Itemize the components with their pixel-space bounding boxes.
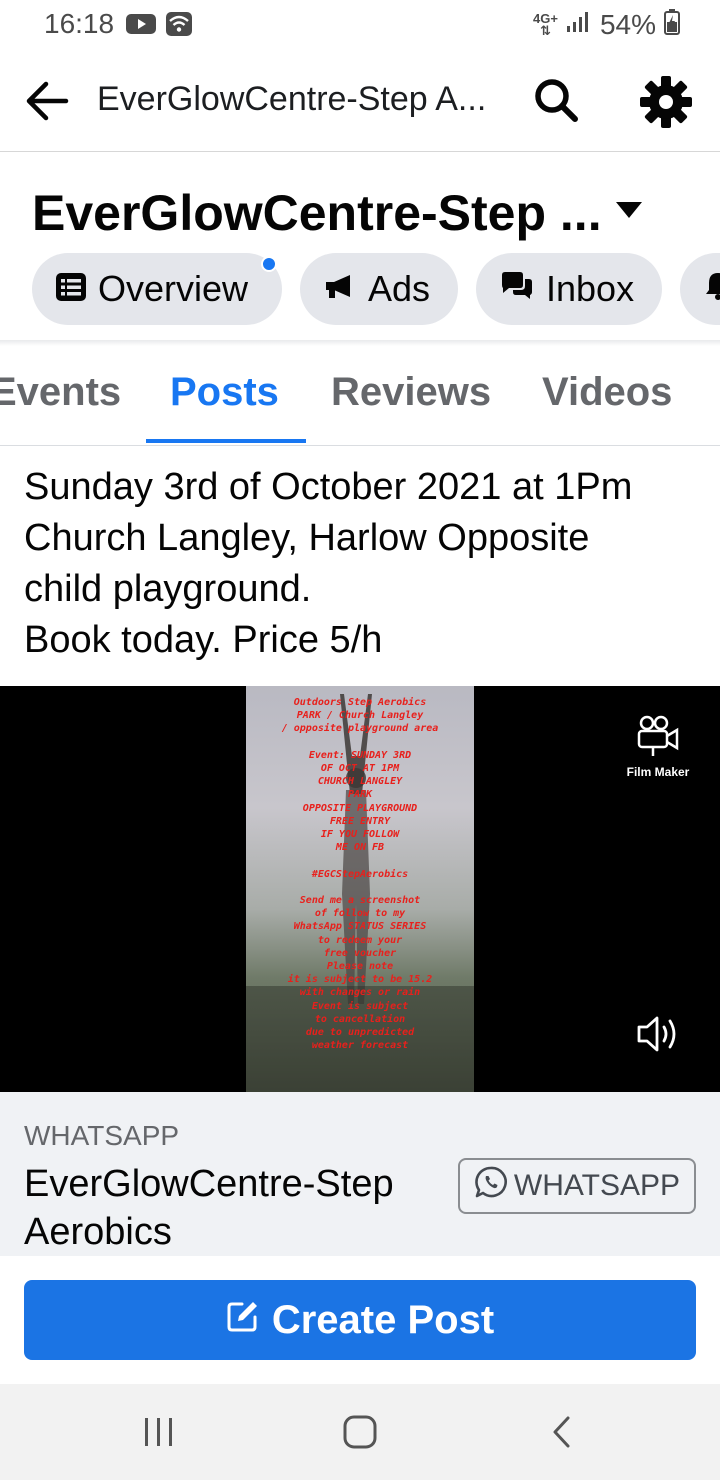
- video-overlay-line: [246, 736, 474, 749]
- pill-inbox-label: Inbox: [546, 268, 635, 309]
- video-overlay-line: CHURCH LANGLEY: [317, 776, 403, 788]
- battery-icon: [664, 8, 680, 42]
- signal-icon: [566, 9, 592, 41]
- video-frame: Outdoors Step Aerobics PARK / Church Lang…: [246, 686, 474, 1092]
- back-arrow-icon[interactable]: [22, 78, 72, 124]
- film-camera-icon: [635, 715, 681, 762]
- video-overlay-line: WhatsApp STATUS SERIES: [293, 921, 427, 933]
- pill-nav: Overview Ads Inbox: [0, 252, 720, 328]
- pill-inbox[interactable]: Inbox: [476, 253, 662, 325]
- list-icon: [56, 268, 86, 310]
- pill-ads-label: Ads: [368, 268, 431, 309]
- recent-apps-icon[interactable]: [134, 1412, 184, 1454]
- video-overlay-line: Outdoors Step Aerobics: [293, 697, 427, 708]
- video-overlay-line: #EGCStepAerobics: [311, 868, 409, 880]
- video-overlay-line: [246, 881, 474, 894]
- status-time: 16:18: [44, 8, 115, 39]
- attachment-title: EverGlowCentre-Step Aerobics: [24, 1163, 394, 1253]
- video-overlay-line: of follow to my: [314, 908, 406, 920]
- video-overlay-line: IF YOU FOLLOW: [320, 829, 400, 841]
- video-overlay-line: Event: SUNDAY 3RD: [308, 749, 412, 761]
- system-nav-bar: [0, 1384, 720, 1480]
- create-post-button[interactable]: Create Post: [24, 1280, 696, 1360]
- video-overlay-line: to cancellation: [314, 1013, 406, 1025]
- video-player[interactable]: Outdoors Step Aerobics PARK / Church Lang…: [0, 686, 720, 1092]
- youtube-icon: [126, 12, 156, 41]
- whatsapp-button[interactable]: WHATSAPP: [458, 1158, 696, 1214]
- sound-icon[interactable]: [636, 1012, 682, 1056]
- network-label: 4G+ ⇅: [533, 11, 558, 38]
- link-attachment[interactable]: WHATSAPP EverGlowCentre-Step Aerobics WH…: [0, 1092, 720, 1256]
- video-overlay-line: / opposite playground area: [281, 723, 439, 735]
- network-type: 4G+: [533, 11, 558, 26]
- video-overlay-line: due to unpredicted: [305, 1027, 415, 1039]
- bell-icon: [704, 268, 720, 310]
- home-icon[interactable]: [335, 1412, 385, 1454]
- tab-reviews[interactable]: Reviews: [331, 370, 491, 415]
- megaphone-icon: [324, 268, 356, 310]
- whatsapp-icon: [474, 1165, 508, 1207]
- app-header: EverGlowCentre-Step A...: [0, 50, 720, 152]
- chat-icon: [500, 268, 534, 310]
- pill-overview[interactable]: Overview: [32, 253, 282, 325]
- video-overlay-line: ME ON FB: [335, 842, 385, 854]
- pill-ads[interactable]: Ads: [300, 253, 458, 325]
- tab-bar: Events Posts Reviews Videos: [0, 346, 720, 446]
- filmmaker-label: Film Maker: [626, 765, 690, 779]
- video-overlay-line: PARK: [347, 789, 373, 801]
- tab-active-underline: [146, 439, 306, 443]
- pill-overview-label: Overview: [98, 268, 249, 309]
- video-overlay-line: with changes or rain: [299, 987, 421, 999]
- caret-down-icon[interactable]: [612, 198, 646, 222]
- post-text: Sunday 3rd of October 2021 at 1Pm Church…: [24, 462, 704, 666]
- video-overlay-line: to redeem your: [317, 934, 403, 946]
- tab-videos[interactable]: Videos: [542, 370, 672, 415]
- create-post-label: Create Post: [271, 1297, 495, 1342]
- post-line: Sunday 3rd of October 2021 at 1Pm: [24, 466, 633, 508]
- notification-dot: [261, 256, 277, 272]
- gear-icon[interactable]: [638, 74, 694, 130]
- wifi-icon: [166, 12, 192, 41]
- create-post-area: Create Post: [0, 1256, 720, 1384]
- video-overlay-line: [246, 854, 474, 867]
- tab-posts[interactable]: Posts: [170, 370, 279, 415]
- attachment-kicker: WHATSAPP: [24, 1120, 180, 1151]
- post-line: child playground.: [24, 568, 312, 610]
- video-overlay-line: Please note: [326, 961, 394, 973]
- edit-icon: [226, 1298, 260, 1343]
- whatsapp-button-label: WHATSAPP: [513, 1169, 681, 1202]
- video-overlay-line: Event is subject: [311, 1000, 409, 1012]
- video-overlay-line: PARK / Church Langley: [296, 710, 424, 722]
- search-icon[interactable]: [530, 74, 584, 128]
- video-overlay-line: free voucher: [323, 947, 397, 959]
- filmmaker-badge: Film Maker: [618, 714, 698, 779]
- post-line: Church Langley, Harlow Opposite: [24, 517, 590, 559]
- battery-percent: 54%: [599, 9, 656, 40]
- pill-notifications[interactable]: [680, 253, 720, 325]
- video-overlay-text: Outdoors Step Aerobics PARK / Church Lang…: [246, 696, 474, 1052]
- video-overlay-line: Send me a screenshot: [299, 895, 421, 907]
- back-icon[interactable]: [538, 1412, 588, 1454]
- video-overlay-line: weather forecast: [311, 1040, 409, 1052]
- post-line: Book today. Price 5/h: [24, 619, 383, 661]
- video-overlay-line: FREE ENTRY: [329, 815, 391, 827]
- header-title: EverGlowCentre-Step A...: [97, 80, 487, 118]
- tab-events[interactable]: Events: [0, 370, 121, 415]
- video-overlay-line: it is subject to be 15.2: [287, 974, 433, 986]
- page-name[interactable]: EverGlowCentre-Step ...: [32, 184, 602, 242]
- status-bar: 16:18 4G+ ⇅ 54%: [0, 0, 720, 50]
- status-right: 4G+ ⇅ 54%: [533, 8, 680, 42]
- video-overlay-line: OF OCT AT 1PM: [320, 763, 400, 775]
- video-overlay-line: OPPOSITE PLAYGROUND: [302, 802, 418, 814]
